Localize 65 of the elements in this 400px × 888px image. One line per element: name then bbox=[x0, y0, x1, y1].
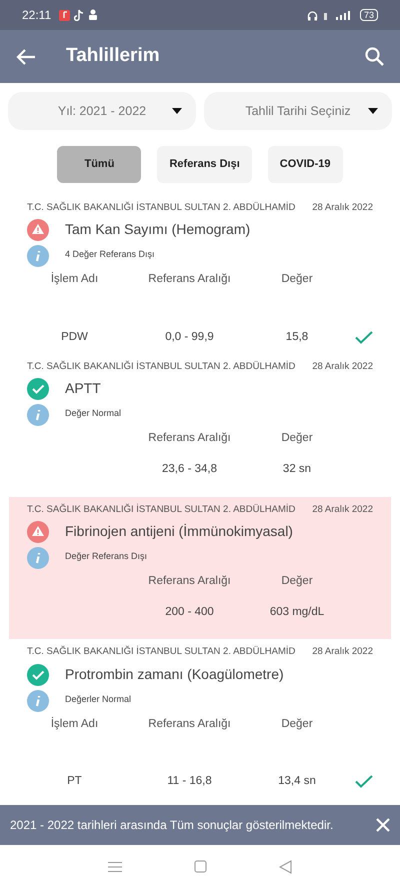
column-header: Değer bbox=[280, 574, 314, 589]
back-button[interactable] bbox=[16, 48, 36, 66]
headphones-icon bbox=[306, 10, 318, 20]
result-summary: Değerler Normal bbox=[65, 692, 132, 706]
warning-icon bbox=[27, 219, 49, 242]
column-header: Değer bbox=[280, 272, 314, 288]
table-cell-text: 23,6 - 34,8 bbox=[161, 462, 218, 478]
test-name: Tam Kan Sayımı (Hemogram) bbox=[65, 220, 250, 240]
table-cell-text: 200 - 400 bbox=[164, 605, 215, 620]
column-header: Referans Aralığı bbox=[147, 431, 232, 446]
column-header: Değer bbox=[280, 716, 314, 732]
dropdown-field[interactable]: Tahlil Tarihi Seçiniz bbox=[204, 92, 392, 130]
column-header: Değer bbox=[280, 431, 314, 446]
info-icon bbox=[27, 245, 49, 268]
check-circle-icon bbox=[27, 664, 49, 686]
table-cell-text: 13,4 sn bbox=[277, 774, 317, 789]
search-button[interactable] bbox=[365, 47, 384, 66]
info-icon bbox=[27, 404, 49, 426]
test-name: Fibrinojen antijeni (İmmünokimyasal) bbox=[65, 522, 293, 541]
filter-chip[interactable]: Referans Dışı bbox=[157, 146, 252, 183]
result-date: 28 Aralık 2022 bbox=[312, 360, 373, 374]
table-cell-text: 32 sn bbox=[282, 462, 312, 478]
warning-icon bbox=[27, 520, 49, 543]
caret-icon bbox=[172, 108, 182, 114]
result-summary: 4 Değer Referans Dışı bbox=[65, 248, 156, 262]
figure-icon bbox=[88, 9, 98, 21]
screen-title: Tahlillerim bbox=[66, 45, 161, 68]
column-header: İşlem Adı bbox=[50, 271, 100, 288]
result-date: 28 Aralık 2022 bbox=[312, 201, 373, 215]
home-button[interactable] bbox=[194, 860, 207, 873]
clock-time: 22:11 bbox=[22, 7, 52, 24]
hospital-name: T.C. SAĞLIK BAKANLIĞI İSTANBUL SULTAN 2. ABDÜLHAMİD bbox=[27, 201, 296, 215]
result-date: 28 Aralık 2022 bbox=[312, 645, 373, 660]
dropdown-field[interactable]: Yıl: 2021 - 2022 bbox=[8, 92, 196, 130]
music-note-icon bbox=[74, 9, 84, 21]
back-nav-button[interactable] bbox=[279, 860, 292, 874]
snackbar-message: 2021 - 2022 tarihleri arasında Tüm sonuçlar gösterilmektedir. bbox=[10, 817, 334, 834]
table-cell-text: 11 - 16,8 bbox=[166, 774, 213, 789]
filter-chip[interactable]: Tümü bbox=[57, 146, 142, 183]
column-header: Referans Aralığı bbox=[147, 272, 232, 288]
result-summary: Değer Referans Dışı bbox=[65, 550, 148, 563]
info-icon bbox=[27, 546, 49, 569]
column-header: Referans Aralığı bbox=[147, 716, 232, 732]
menu-button[interactable] bbox=[108, 860, 122, 872]
hospital-name: T.C. SAĞLIK BAKANLIĞI İSTANBUL SULTAN 2. ABDÜLHAMİD bbox=[27, 360, 296, 374]
filter-chip[interactable]: COVID-19 bbox=[268, 146, 343, 183]
close-button[interactable] bbox=[376, 818, 390, 832]
result-date: 28 Aralık 2022 bbox=[312, 502, 373, 516]
hospital-name: T.C. SAĞLIK BAKANLIĞI İSTANBUL SULTAN 2. ABDÜLHAMİD bbox=[27, 502, 296, 516]
column-header: İşlem Adı bbox=[50, 716, 100, 732]
table-cell-text: 0,0 - 99,9 bbox=[164, 330, 215, 344]
table-cell-text: 603 mg/dL bbox=[268, 605, 326, 620]
table-cell-text: PT bbox=[66, 774, 83, 789]
table-cell-text: 15,8 bbox=[284, 330, 310, 344]
table-cell-text: PDW bbox=[60, 330, 89, 344]
hospital-name: T.C. SAĞLIK BAKANLIĞI İSTANBUL SULTAN 2. ABDÜLHAMİD bbox=[27, 645, 296, 660]
result-summary: Değer Normal bbox=[65, 407, 122, 420]
music-app-icon bbox=[59, 10, 70, 20]
caret-icon bbox=[368, 108, 378, 114]
info-icon bbox=[27, 690, 49, 712]
check-circle-icon bbox=[27, 378, 49, 400]
test-name: Protrombin zamanı (Koagülometre) bbox=[65, 664, 284, 684]
column-header: Referans Aralığı bbox=[147, 574, 232, 589]
test-name: APTT bbox=[65, 379, 102, 398]
battery-level: 73 bbox=[360, 9, 378, 21]
